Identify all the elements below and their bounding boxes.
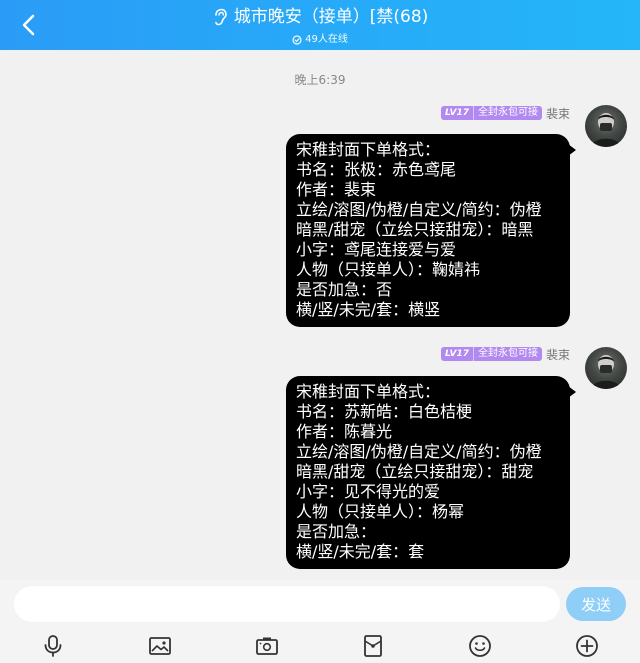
ear-icon — [214, 8, 227, 26]
online-count: 49人在线 — [305, 34, 348, 45]
image-icon — [148, 636, 171, 655]
send-button[interactable]: 发送 — [566, 587, 626, 621]
sender-name[interactable]: 裴束 — [546, 346, 570, 363]
message-line: 横/竖/未完/套：横竖 — [296, 300, 441, 319]
more-button[interactable] — [572, 631, 602, 661]
input-toolbar — [0, 628, 640, 663]
message-sender-info: LV17 全封永包可接 裴束 — [440, 105, 570, 122]
message-line: 小字：鸢尾连接爱与爱 — [296, 240, 457, 259]
member-title-badge: 全封永包可接 — [472, 347, 542, 361]
message-line: 书名：张极：赤色鸢尾 — [296, 160, 457, 179]
message-line: 是否加急： — [296, 522, 377, 541]
level-badge: LV17 — [440, 106, 473, 120]
level-badge: LV17 — [440, 347, 473, 361]
time-divider: 晚上6:39 — [294, 73, 346, 87]
title-area[interactable]: 城市晚安（接单）[禁(68) 49人在线 — [0, 6, 640, 49]
message-line: 暗黑/甜宠（立绘只接甜宠）：甜宠 — [296, 462, 534, 481]
chat-header: 城市晚安（接单）[禁(68) 49人在线 — [0, 0, 640, 50]
message-line: 宋稚封面下单格式： — [296, 382, 441, 401]
message-input[interactable] — [14, 586, 560, 622]
message-line: 横/竖/未完/套：套 — [296, 542, 425, 561]
member-title-badge: 全封永包可接 — [472, 106, 542, 120]
message-bubble[interactable]: 宋稚封面下单格式： 书名：苏新皓：白色桔梗 作者：陈暮光 立绘/溶图/伪橙/自定… — [286, 376, 576, 569]
message-sender-info: LV17 全封永包可接 裴束 — [440, 346, 570, 363]
message-bubble[interactable]: 宋稚封面下单格式： 书名：张极：赤色鸢尾 作者：裴束 立绘/溶图/伪橙/自定义/… — [286, 134, 576, 327]
chat-title: 城市晚安（接单）[禁(68) — [233, 7, 429, 27]
camera-icon — [255, 637, 278, 655]
message-line: 宋稚封面下单格式： — [296, 140, 441, 159]
message-line: 人物（只接单人）：杨幂 — [296, 502, 465, 521]
chat-message-list[interactable]: 晚上6:39 LV17 全封永包可接 裴束 宋稚封面下单格式： 书名：张极：赤色… — [0, 50, 640, 580]
message-line: 小字：见不得光的爱 — [296, 482, 441, 501]
avatar[interactable] — [585, 347, 627, 389]
emoji-button[interactable] — [465, 631, 495, 661]
message-line: 书名：苏新皓：白色桔梗 — [296, 402, 473, 421]
online-status-icon — [292, 35, 302, 45]
message-line: 人物（只接单人）：鞠婧祎 — [296, 260, 481, 279]
sender-name[interactable]: 裴束 — [546, 105, 570, 122]
camera-button[interactable] — [252, 631, 282, 661]
plus-icon — [576, 634, 598, 657]
message-line: 是否加急：否 — [296, 280, 393, 299]
avatar[interactable] — [585, 105, 627, 147]
message-line: 暗黑/甜宠（立绘只接甜宠）：暗黑 — [296, 220, 534, 239]
microphone-icon — [44, 634, 62, 657]
voice-button[interactable] — [38, 631, 68, 661]
avatar-photo — [591, 355, 621, 389]
message-line: 作者：陈暮光 — [296, 422, 393, 441]
red-packet-button[interactable] — [358, 631, 388, 661]
message-line: 作者：裴束 — [296, 180, 377, 199]
avatar-photo — [591, 113, 621, 147]
image-button[interactable] — [145, 631, 175, 661]
message-line: 立绘/溶图/伪橙/自定义/简约：伪橙 — [296, 442, 542, 461]
message-line: 立绘/溶图/伪橙/自定义/简约：伪橙 — [296, 200, 542, 219]
emoji-icon — [469, 634, 492, 657]
red-packet-icon — [364, 634, 383, 657]
message-input-bar: 发送 — [0, 580, 640, 628]
